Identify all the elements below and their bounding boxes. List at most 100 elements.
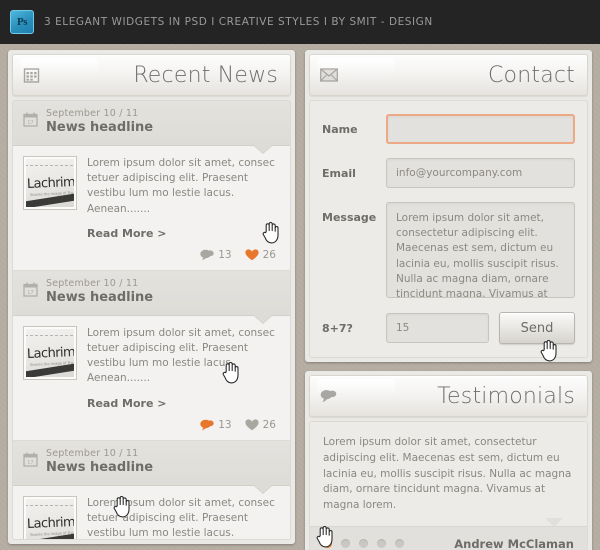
- contact-name-row: Name: [322, 114, 575, 144]
- news-item-text-block: Lorem ipsum dolor sit amet, consec tetue…: [87, 156, 278, 242]
- news-item-content: Lachrim Stories the image of Tru Lorem i…: [13, 145, 290, 271]
- testimonials-footer: Andrew McClaman: [310, 525, 587, 550]
- comment-stat[interactable]: 13: [200, 418, 232, 431]
- news-item-date: September 10 / 11: [46, 277, 139, 289]
- photoshop-icon-label: Ps: [17, 16, 28, 28]
- recent-news-body: 17 September 10 / 11 News headline Lachr…: [12, 100, 291, 540]
- svg-text:17: 17: [27, 290, 33, 296]
- pagination-dot-3[interactable]: [359, 539, 368, 549]
- contact-form: Name Email Message Lorem ipsum dolor sit…: [309, 100, 588, 358]
- contact-title: Contact: [488, 62, 575, 88]
- news-item-body: Lorem ipsum dolor sit amet, consec tetue…: [87, 326, 275, 385]
- comment-count: 13: [218, 248, 232, 261]
- news-thumbnail-word: Lachrim: [26, 174, 74, 192]
- read-more-link[interactable]: Read More >: [87, 226, 167, 242]
- captcha-label: 8+7?: [322, 321, 353, 335]
- comment-count: 13: [218, 418, 232, 431]
- right-column: Contact Name Email Message Lorem ipsum d…: [305, 50, 592, 550]
- calendar-icon: 17: [23, 452, 38, 472]
- envelope-icon: [320, 68, 338, 82]
- testimonial-author: Andrew McClaman: [454, 536, 574, 550]
- news-item-headline: News headline: [46, 289, 154, 305]
- heart-icon: [245, 249, 259, 261]
- pagination-dot-4[interactable]: [377, 539, 386, 549]
- testimonials-header: Testimonials: [309, 375, 588, 417]
- left-column: Recent News 17 September 10 / 11 News he…: [8, 50, 295, 544]
- window-titlebar: Ps 3 ELEGANT WIDGETS IN PSD I CREATIVE S…: [0, 0, 600, 44]
- like-stat[interactable]: 26: [245, 249, 276, 261]
- news-item: 17 September 10 / 11 News headline Lachr…: [13, 440, 290, 540]
- news-item-body: Lorem ipsum dolor sit amet, consec tetue…: [87, 156, 275, 215]
- news-item-stats: 13 26: [23, 419, 278, 431]
- news-thumbnail-image: Lachrim Stories the image of Tru: [26, 498, 74, 539]
- recent-news-header: Recent News: [12, 54, 291, 96]
- comment-bubble-icon: [200, 419, 214, 431]
- pagination-dot-2[interactable]: [341, 539, 350, 549]
- message-label: Message: [322, 211, 377, 224]
- news-item-row: Lachrim Stories the image of Tru Lorem i…: [23, 325, 278, 412]
- name-input[interactable]: [386, 114, 575, 144]
- like-count: 26: [262, 248, 276, 261]
- desktop-canvas: Recent News 17 September 10 / 11 News he…: [0, 44, 600, 550]
- read-more-link[interactable]: Read More >: [87, 396, 167, 412]
- testimonial-pagination: [323, 539, 404, 549]
- contact-widget: Contact Name Email Message Lorem ipsum d…: [305, 50, 592, 362]
- news-thumbnail[interactable]: Lachrim Stories the image of Tru: [23, 495, 77, 539]
- photoshop-icon: Ps: [10, 10, 34, 34]
- news-item: 17 September 10 / 11 News headline Lachr…: [13, 101, 290, 271]
- news-item-body: Lorem ipsum dolor sit amet, consec tetue…: [87, 496, 275, 540]
- news-thumbnail[interactable]: Lachrim Stories the image of Tru: [23, 155, 77, 210]
- svg-text:17: 17: [27, 120, 33, 126]
- news-item-date: September 10 / 11: [46, 108, 139, 119]
- news-thumbnail-caption: Stories the image of Tru: [29, 190, 74, 197]
- email-label: Email: [322, 167, 356, 180]
- news-item-text-block: Lorem ipsum dolor sit amet, consec tetue…: [87, 326, 278, 412]
- window-title: 3 ELEGANT WIDGETS IN PSD I CREATIVE STYL…: [44, 16, 433, 28]
- news-item-date: September 10 / 11: [46, 447, 139, 459]
- svg-text:17: 17: [27, 460, 33, 466]
- recent-news-widget: Recent News 17 September 10 / 11 News he…: [8, 50, 295, 544]
- like-count: 26: [262, 418, 276, 431]
- message-textarea[interactable]: Lorem ipsum dolor sit amet, consectetur …: [386, 202, 575, 298]
- news-item-text-block: Lorem ipsum dolor sit amet, consec tetue…: [87, 496, 278, 540]
- contact-email-row: Email: [322, 158, 575, 188]
- comment-bubble-icon: [200, 249, 214, 261]
- news-item-meta: September 10 / 11 News headline: [46, 447, 153, 476]
- pagination-dot-5[interactable]: [395, 539, 404, 549]
- like-stat[interactable]: 26: [245, 419, 276, 431]
- news-item-stats: 13 26: [23, 249, 278, 261]
- testimonial-quote: Lorem ipsum dolor sit amet, consectetur …: [310, 422, 587, 527]
- news-item-row: Lachrim Stories the image of Tru Lorem i…: [23, 495, 278, 540]
- pagination-dot-1[interactable]: [323, 539, 332, 549]
- testimonials-widget: Testimonials Lorem ipsum dolor sit amet,…: [305, 371, 592, 550]
- news-item-content: Lachrim Stories the image of Tru Lorem i…: [13, 485, 290, 540]
- news-thumbnail-word: Lachrim: [26, 344, 74, 362]
- news-list: 17 September 10 / 11 News headline Lachr…: [13, 101, 290, 540]
- captcha-input[interactable]: [386, 313, 489, 343]
- comment-stat[interactable]: 13: [200, 248, 232, 261]
- news-item-header[interactable]: 17 September 10 / 11 News headline: [13, 270, 290, 316]
- testimonials-title: Testimonials: [437, 383, 575, 409]
- contact-captcha-row: 8+7? Send: [322, 312, 575, 344]
- contact-message-row: Message Lorem ipsum dolor sit amet, cons…: [322, 202, 575, 298]
- news-item-meta: September 10 / 11 News headline: [46, 108, 154, 136]
- grid-calendar-icon: [23, 67, 40, 84]
- name-label: Name: [322, 123, 358, 136]
- calendar-icon: 17: [23, 282, 38, 302]
- email-input[interactable]: [386, 158, 575, 188]
- speech-bubble-icon: [320, 389, 337, 403]
- news-thumbnail-image: Lachrim Stories the image of Tru: [26, 158, 74, 207]
- news-item: 17 September 10 / 11 News headline Lachr…: [13, 270, 290, 441]
- news-item-header[interactable]: 17 September 10 / 11 News headline: [13, 440, 290, 486]
- news-item-header[interactable]: 17 September 10 / 11 News headline: [13, 101, 290, 146]
- testimonials-body: Lorem ipsum dolor sit amet, consectetur …: [309, 421, 588, 550]
- send-button[interactable]: Send: [499, 312, 575, 344]
- news-thumbnail[interactable]: Lachrim Stories the image of Tru: [23, 325, 77, 380]
- news-item-headline: News headline: [46, 119, 154, 135]
- calendar-icon: 17: [23, 112, 38, 132]
- heart-icon: [245, 419, 259, 431]
- news-thumbnail-word: Lachrim: [26, 514, 74, 532]
- recent-news-title: Recent News: [133, 62, 278, 88]
- news-item-meta: September 10 / 11 News headline: [46, 277, 154, 306]
- news-item-content: Lachrim Stories the image of Tru Lorem i…: [13, 315, 290, 441]
